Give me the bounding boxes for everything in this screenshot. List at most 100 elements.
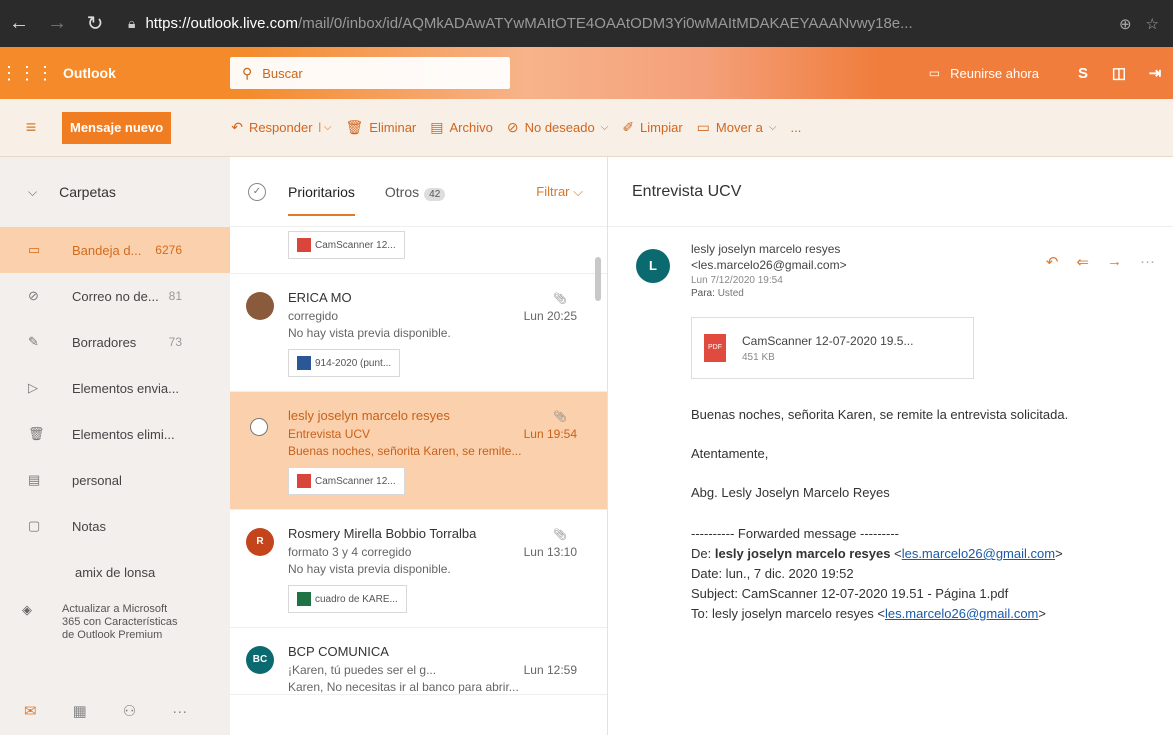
forward-icon[interactable]: → [1107, 253, 1122, 271]
meet-label: Reunirse ahora [950, 65, 1039, 81]
folder-label: Elementos envia... [72, 380, 179, 396]
people-icon[interactable]: ⚇ [123, 702, 136, 720]
subject: formato 3 y 4 corregido [288, 545, 412, 559]
date: Lun 20:25 [523, 309, 577, 323]
more-actions-button[interactable]: ... [790, 120, 801, 135]
module-switcher: ✉ ▦ ⚇ ··· [0, 687, 230, 735]
body-line: Buenas noches, señorita Karen, se remite… [691, 407, 1069, 422]
star-icon[interactable]: ☆ [1146, 15, 1159, 33]
sweep-button[interactable]: ✐ Limpiar [622, 119, 682, 136]
outlook-header: ⋮⋮⋮ Outlook ⚲ ▭ Reunirse ahora S ◫ ⇥ [0, 47, 1173, 99]
folder-sent[interactable]: ▷ Elementos envia... [0, 365, 230, 411]
folder-label: Elementos elimi... [72, 426, 175, 442]
body-line: Atentamente, [691, 446, 769, 461]
folder-label: amix de lonsa [75, 564, 156, 580]
message-subject: Entrevista UCV [608, 157, 1173, 227]
delete-button[interactable]: 🗑︎ Eliminar [346, 119, 417, 136]
subject: corregido [288, 309, 339, 323]
move-button[interactable]: ▭ Mover a ⌵ [697, 119, 777, 136]
reply-button[interactable]: ↶ Responder | ⌵ [231, 119, 331, 136]
extension-icon[interactable]: ⊕ [1119, 15, 1132, 33]
chevron-down-icon[interactable]: | ⌵ [319, 122, 332, 133]
skype-icon[interactable]: S [1065, 65, 1101, 82]
scrollbar-thumb[interactable] [595, 257, 601, 301]
hamburger-icon[interactable]: ≡ [0, 117, 62, 138]
folder-personal[interactable]: ▤ personal [0, 457, 230, 503]
calendar-icon[interactable]: ▦ [73, 702, 87, 720]
archive-button[interactable]: ▤ Archivo [430, 119, 493, 136]
attachment-card[interactable]: PDF CamScanner 12-07-2020 19.5... 451 KB [691, 317, 974, 379]
browser-toolbar: ← → ↻ 🔒︎ https://outlook.live.com/mail/0… [0, 0, 1173, 47]
pdf-icon: PDF [704, 334, 726, 362]
filter-button[interactable]: Filtrar ⌵ [536, 184, 583, 200]
new-message-button[interactable]: Mensaje nuevo [62, 111, 172, 144]
unread-count: 6276 [155, 243, 182, 257]
more-icon[interactable]: ··· [172, 703, 187, 720]
attachment-chip[interactable]: cuadro de KARE... [288, 585, 407, 613]
folder-label: Notas [72, 518, 106, 534]
feedback-icon[interactable]: ⇥ [1137, 64, 1173, 82]
list-item[interactable]: BC BCP COMUNICA ¡Karen, tú puedes ser el… [230, 628, 607, 695]
folder-pane: ⌵ Carpetas ▭ Bandeja d... 6276 ⊘ Correo … [0, 157, 230, 735]
tab-focused[interactable]: Prioritarios [288, 178, 355, 216]
folder-label: Borradores [72, 334, 137, 350]
to-label: Para: [691, 288, 715, 299]
folder-icon: ▤ [28, 472, 41, 487]
fwd-from-email-link[interactable]: les.marcelo26@gmail.com [902, 546, 1055, 561]
pdf-icon [297, 474, 311, 488]
chevron-down-icon: ⌵ [768, 122, 777, 133]
url-host: https://outlook.live.com [145, 15, 299, 32]
command-bar: ≡ Mensaje nuevo ↶ Responder | ⌵ 🗑︎ Eliminar… [0, 99, 1173, 157]
reply-icon[interactable]: ↶ [1046, 253, 1059, 271]
folders-header[interactable]: ⌵ Carpetas [0, 157, 230, 227]
junk-button[interactable]: ⊘ No deseado ⌵ [507, 119, 608, 136]
tab-other[interactable]: Otros 42 [385, 184, 446, 201]
select-all-checkbox[interactable]: ✓ [248, 182, 266, 201]
sender-address[interactable]: lesly joselyn marcelo resyes <les.marcel… [691, 241, 941, 273]
message-body: Buenas noches, señorita Karen, se remite… [608, 379, 1173, 624]
search-input[interactable] [262, 65, 483, 81]
more-icon[interactable]: ··· [1140, 253, 1155, 271]
folder-inbox[interactable]: ▭ Bandeja d... 6276 [0, 227, 230, 273]
archive-label: Archivo [449, 120, 493, 135]
list-item[interactable]: CamScanner 12... [230, 227, 607, 274]
fwd-to-email-link[interactable]: les.marcelo26@gmail.com [885, 606, 1038, 621]
attachment-name: 914-2020 (punt... [315, 357, 392, 369]
attachment-chip[interactable]: 914-2020 (punt... [288, 349, 401, 377]
upgrade-promo[interactable]: ◈ Actualizar a Microsoft 365 con Caracte… [0, 595, 230, 642]
list-item[interactable]: ERICA MO 📎︎ corregido Lun 20:25 No hay vi… [230, 274, 607, 392]
reply-all-icon[interactable]: ⇐ [1076, 253, 1089, 271]
office-icon[interactable]: ◫ [1101, 64, 1137, 82]
folder-junk[interactable]: ⊘ Correo no de... 81 [0, 273, 230, 319]
select-radio[interactable] [250, 418, 268, 436]
brand[interactable]: Outlook [45, 65, 230, 81]
fwd-from: De: lesly joselyn marcelo resyes <les.ma… [691, 546, 1063, 561]
fwd-from-name: lesly joselyn marcelo resyes [714, 546, 891, 561]
attachment-chip[interactable]: CamScanner 12... [288, 467, 405, 495]
diamond-icon: ◈ [22, 602, 32, 617]
folder-amix[interactable]: amix de lonsa [0, 549, 230, 595]
back-icon[interactable]: ← [0, 12, 38, 35]
search-box[interactable]: ⚲ [230, 57, 510, 89]
message-date: Lun 7/12/2020 19:54 [691, 275, 783, 286]
folder-notes[interactable]: ▢ Notas [0, 503, 230, 549]
list-item-selected[interactable]: lesly joselyn marcelo resyes 📎︎ Entrevis… [230, 392, 607, 510]
folder-deleted[interactable]: 🗑︎ Elementos elimi... [0, 411, 230, 457]
meet-now-button[interactable]: ▭ Reunirse ahora [929, 66, 1039, 81]
folders-heading: Carpetas [59, 184, 116, 200]
refresh-icon[interactable]: ↻ [76, 11, 114, 36]
attachment-chip[interactable]: CamScanner 12... [288, 231, 405, 259]
address-bar[interactable]: 🔒︎ https://outlook.live.com/mail/0/inbox… [128, 15, 1008, 32]
word-icon [297, 356, 311, 370]
app-launcher-icon[interactable]: ⋮⋮⋮ [0, 63, 54, 84]
forward-icon[interactable]: → [38, 12, 76, 35]
other-count-badge: 42 [424, 187, 446, 201]
forwarded-block: ---------- Forwarded message --------- D… [691, 524, 1173, 624]
move-label: Mover a [715, 120, 763, 135]
mail-icon[interactable]: ✉ [24, 702, 37, 720]
folder-drafts[interactable]: ✎ Borradores 73 [0, 319, 230, 365]
attachment-name: CamScanner 12... [315, 239, 396, 251]
paperclip-icon: 📎︎ [553, 293, 567, 305]
trash-icon: 🗑︎ [345, 119, 364, 135]
list-item[interactable]: R Rosmery Mirella Bobbio Torralba 📎︎ for… [230, 510, 607, 628]
